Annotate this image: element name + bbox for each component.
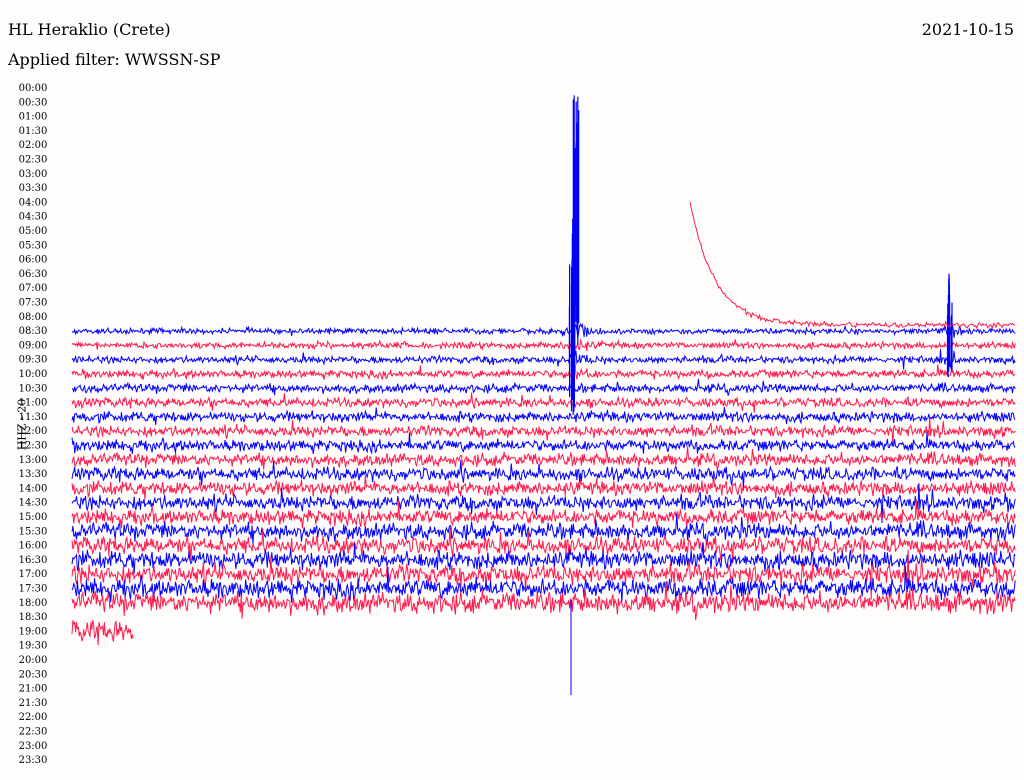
helicorder-plot: 00:00 00:30 01:00 01:30 02:00 02:30 03:00 03:30… <box>19 83 1016 766</box>
time-tick-label: 21:00 <box>19 684 48 695</box>
time-tick-label: 04:30 <box>19 212 48 223</box>
trace-line <box>71 446 1016 471</box>
time-tick-label: 12:00 <box>19 426 48 437</box>
time-tick-label: 02:00 <box>19 140 48 151</box>
trace-line <box>71 392 1016 413</box>
time-tick-label: 10:00 <box>19 369 48 380</box>
time-tick-label: 15:00 <box>19 512 48 523</box>
time-tick-label: 14:30 <box>19 498 48 509</box>
time-tick-label: 11:30 <box>19 412 48 423</box>
time-tick-label: 14:00 <box>19 483 48 494</box>
time-tick-label: 16:30 <box>19 555 48 566</box>
time-tick-label: 18:30 <box>19 612 48 623</box>
time-tick-label: 09:30 <box>19 355 48 366</box>
time-tick-label: 20:30 <box>19 669 48 680</box>
time-tick-label: 05:00 <box>19 226 48 237</box>
time-tick-label: 04:00 <box>19 197 48 208</box>
trace-line <box>71 322 1016 338</box>
trace-line <box>71 349 1016 370</box>
time-tick-label: 09:00 <box>19 340 48 351</box>
time-tick-label: 06:30 <box>19 269 48 280</box>
time-tick-label: 00:30 <box>19 97 48 108</box>
time-tick-label: 13:00 <box>19 455 48 466</box>
time-tick-label: 17:00 <box>19 569 48 580</box>
trace-line <box>71 407 1016 425</box>
trace-line <box>71 431 1016 455</box>
time-tick-label: 00:00 <box>19 83 48 94</box>
time-tick-label: 08:30 <box>19 326 48 337</box>
trace-line <box>71 364 1016 381</box>
trace-line <box>71 378 1016 396</box>
time-tick-label: 13:30 <box>19 469 48 480</box>
time-tick-label: 21:30 <box>19 698 48 709</box>
time-tick-label: 23:00 <box>19 741 48 752</box>
event-spike <box>568 200 576 415</box>
time-tick-label: 23:30 <box>19 755 48 766</box>
time-tick-label: 19:30 <box>19 641 48 652</box>
time-tick-label: 07:30 <box>19 298 48 309</box>
time-tick-label: 06:00 <box>19 255 48 266</box>
time-tick-label: 20:00 <box>19 655 48 666</box>
time-tick-label: 03:00 <box>19 169 48 180</box>
time-tick-label: 17:30 <box>19 584 48 595</box>
time-tick-label: 05:30 <box>19 240 48 251</box>
time-tick-label: 03:30 <box>19 183 48 194</box>
time-axis-labels: 00:00 00:30 01:00 01:30 02:00 02:30 03:00 03:30… <box>19 83 48 766</box>
time-tick-label: 19:00 <box>19 626 48 637</box>
time-tick-label: 02:30 <box>19 155 48 166</box>
time-tick-label: 16:00 <box>19 541 48 552</box>
time-tick-label: 11:00 <box>19 398 48 409</box>
seismic-traces <box>71 95 1016 695</box>
time-tick-label: 22:00 <box>19 712 48 723</box>
time-tick-label: 15:30 <box>19 526 48 537</box>
time-tick-label: 22:30 <box>19 727 48 738</box>
time-tick-label: 01:00 <box>19 112 48 123</box>
time-tick-label: 07:00 <box>19 283 48 294</box>
time-tick-label: 18:00 <box>19 598 48 609</box>
trace-line <box>71 619 134 646</box>
time-tick-label: 08:00 <box>19 312 48 323</box>
event-coda-trace <box>689 202 1016 330</box>
trace-line <box>71 338 1016 351</box>
time-tick-label: 01:30 <box>19 126 48 137</box>
time-tick-label: 10:30 <box>19 383 48 394</box>
time-tick-label: 12:30 <box>19 441 48 452</box>
